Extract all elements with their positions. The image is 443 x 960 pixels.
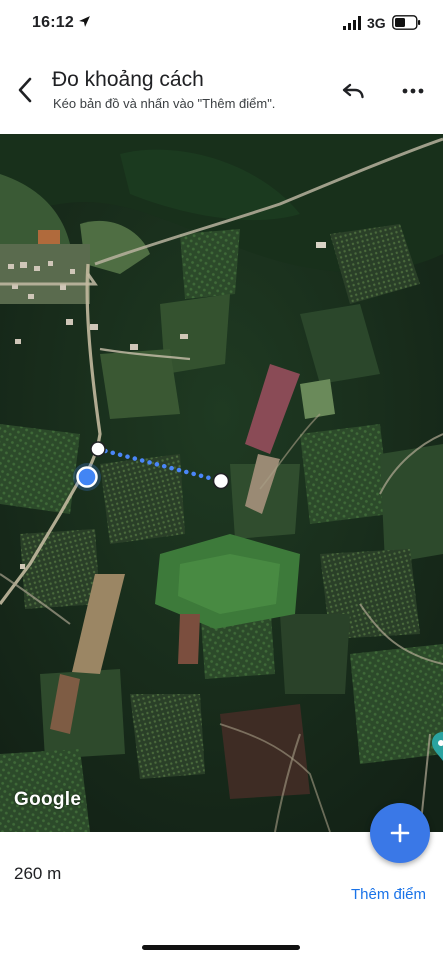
add-point-button[interactable]: Thêm điểm — [351, 886, 426, 903]
measurement-overlay — [73, 441, 230, 491]
battery-icon — [392, 15, 421, 30]
google-logo: Google — [14, 789, 82, 810]
status-time: 16:12 — [32, 14, 74, 31]
more-options-button[interactable] — [396, 74, 430, 108]
undo-icon — [342, 83, 364, 99]
distance-value: 260 m — [14, 864, 62, 883]
satellite-map[interactable]: Google — [0, 134, 443, 832]
chevron-left-icon — [18, 77, 32, 103]
measure-line — [95, 446, 224, 484]
plus-icon — [390, 823, 410, 843]
undo-button[interactable] — [336, 74, 370, 108]
status-bar: 16:12 3G — [0, 0, 443, 48]
current-location-dot — [76, 466, 98, 488]
add-point-fab[interactable] — [370, 803, 430, 863]
location-arrow-icon — [79, 16, 90, 27]
page-subtitle: Kéo bản đồ và nhấn vào "Thêm điểm". — [53, 96, 276, 111]
signal-icon — [343, 16, 361, 30]
measure-start-point[interactable] — [90, 441, 106, 457]
measure-end-point[interactable] — [212, 472, 230, 490]
network-type: 3G — [367, 15, 386, 31]
back-button[interactable] — [8, 72, 42, 108]
app-header: Đo khoảng cách Kéo bản đồ và nhấn vào "T… — [0, 48, 443, 134]
page-title: Đo khoảng cách — [52, 68, 204, 91]
more-horizontal-icon — [402, 88, 424, 94]
home-indicator[interactable] — [142, 945, 300, 950]
